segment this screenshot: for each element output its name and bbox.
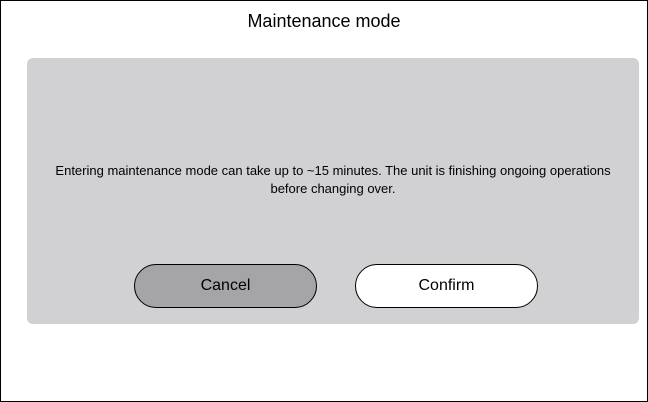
- cancel-button[interactable]: Cancel: [134, 264, 317, 308]
- confirm-button[interactable]: Confirm: [355, 264, 538, 308]
- maintenance-mode-window: Maintenance mode Entering maintenance mo…: [0, 0, 648, 402]
- dialog-title: Maintenance mode: [247, 11, 401, 31]
- dialog-message: Entering maintenance mode can take up to…: [55, 163, 611, 196]
- dialog-panel: Entering maintenance mode can take up to…: [27, 58, 639, 324]
